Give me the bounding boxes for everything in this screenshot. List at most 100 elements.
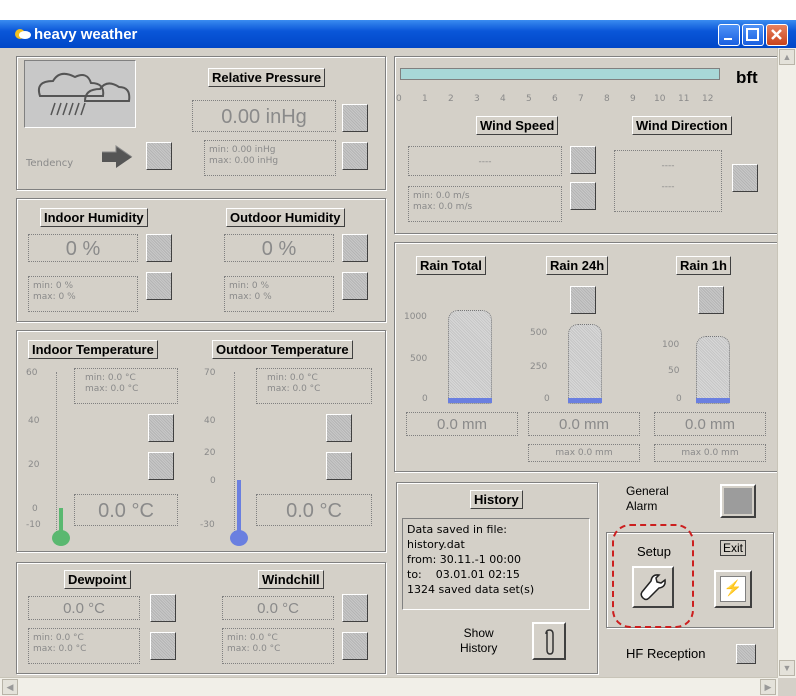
history-line: from: 30.11.-1 00:00 bbox=[407, 553, 521, 566]
horizontal-scrollbar[interactable]: ◀ ▶ bbox=[0, 677, 778, 696]
outdoor-humidity-alarm-button[interactable] bbox=[342, 234, 368, 262]
indoor-thermo-bulb bbox=[52, 530, 70, 546]
rain-1h-max: max 0.0 mm bbox=[654, 444, 766, 462]
beaufort-tick: 7 bbox=[578, 94, 584, 104]
history-line: Data saved in file: bbox=[407, 523, 507, 536]
hf-reception-indicator bbox=[736, 644, 756, 664]
indoor-temperature-value: 0.0 °C bbox=[74, 494, 178, 526]
rain-24h-gauge bbox=[568, 324, 602, 404]
rain-total-header: Rain Total bbox=[416, 256, 486, 275]
rain-total-tick: 0 bbox=[422, 394, 428, 404]
dewpoint-header: Dewpoint bbox=[64, 570, 131, 589]
outdoor-temperature-minmax: min: 0.0 °C max: 0.0 °C bbox=[256, 368, 372, 404]
dewpoint-max: max: 0.0 °C bbox=[33, 644, 87, 654]
show-history-button[interactable] bbox=[532, 622, 566, 660]
scroll-down-button[interactable]: ▼ bbox=[779, 660, 795, 676]
wind-speed-minmax: min: 0.0 m/s max: 0.0 m/s bbox=[408, 186, 562, 222]
minimize-icon bbox=[724, 38, 732, 40]
general-alarm-label: General Alarm bbox=[626, 484, 669, 513]
windchill-minmax-button[interactable] bbox=[342, 632, 368, 660]
indoor-tick: -10 bbox=[26, 520, 41, 530]
indoor-humidity-value: 0 % bbox=[28, 234, 138, 262]
beaufort-tick: 6 bbox=[552, 94, 558, 104]
outdoor-tick: 70 bbox=[204, 368, 216, 378]
dewpoint-minmax: min: 0.0 °C max: 0.0 °C bbox=[28, 628, 140, 664]
rain-1h-alarm-button[interactable] bbox=[698, 286, 724, 314]
indoor-temperature-alarm-high-button[interactable] bbox=[148, 414, 174, 442]
general-alarm-indicator bbox=[724, 488, 752, 514]
show-history-label: Show History bbox=[460, 626, 497, 656]
dewpoint-alarm-button[interactable] bbox=[150, 594, 176, 622]
beaufort-tick: 8 bbox=[604, 94, 610, 104]
rain-total-value: 0.0 mm bbox=[406, 412, 518, 436]
wind-speed-header: Wind Speed bbox=[476, 116, 559, 135]
app-icon bbox=[15, 29, 31, 39]
wind-speed-minmax-button[interactable] bbox=[570, 182, 596, 210]
wind-direction-alarm-button[interactable] bbox=[732, 164, 758, 192]
indoor-thermometer: 60 40 20 0 -10 bbox=[24, 368, 70, 548]
outdoor-temperature-min: min: 0.0 °C bbox=[267, 373, 318, 383]
history-line: to: 03.01.01 02:15 bbox=[407, 568, 520, 581]
rain-1h-tick: 100 bbox=[662, 340, 680, 350]
general-alarm-button[interactable] bbox=[720, 484, 756, 518]
setup-button[interactable] bbox=[632, 566, 674, 608]
indoor-humidity-alarm-button[interactable] bbox=[146, 234, 172, 262]
exit-label: Exit bbox=[720, 540, 747, 556]
scroll-right-button[interactable]: ▶ bbox=[760, 679, 776, 695]
pressure-alarm-button[interactable] bbox=[342, 104, 368, 132]
scroll-left-button[interactable]: ◀ bbox=[2, 679, 18, 695]
rain-24h-max: max 0.0 mm bbox=[528, 444, 640, 462]
pressure-minmax-button[interactable] bbox=[342, 142, 368, 170]
indoor-humidity-minmax: min: 0 % max: 0 % bbox=[28, 276, 138, 312]
beaufort-tick: 4 bbox=[500, 94, 506, 104]
minimize-button[interactable] bbox=[718, 24, 740, 46]
tendency-label: Tendency bbox=[26, 158, 74, 169]
beaufort-tick: 0 bbox=[396, 94, 402, 104]
rain-total-tick: 500 bbox=[410, 354, 428, 364]
dewpoint-minmax-button[interactable] bbox=[150, 632, 176, 660]
pressure-minmax: min: 0.00 inHg max: 0.00 inHg bbox=[204, 140, 336, 176]
indoor-tick: 60 bbox=[26, 368, 38, 378]
pressure-header: Relative Pressure bbox=[208, 68, 326, 87]
rain-1h-tick: 0 bbox=[676, 394, 682, 404]
outdoor-humidity-min: min: 0 % bbox=[229, 281, 270, 291]
exit-icon: ⚡ bbox=[720, 576, 746, 602]
outdoor-thermo-bulb bbox=[230, 530, 248, 546]
outdoor-tick: 20 bbox=[204, 448, 216, 458]
history-info-box: Data saved in file: history.dat from: 30… bbox=[402, 518, 590, 610]
maximize-button[interactable] bbox=[742, 24, 764, 46]
indoor-temperature-alarm-low-button[interactable] bbox=[148, 452, 174, 480]
rain-24h-fill bbox=[568, 398, 602, 403]
outdoor-temperature-alarm-high-button[interactable] bbox=[326, 414, 352, 442]
rain-total-fill bbox=[448, 398, 492, 403]
windchill-max: max: 0.0 °C bbox=[227, 644, 281, 654]
scroll-up-button[interactable]: ▲ bbox=[779, 49, 795, 65]
vertical-scrollbar[interactable]: ▲ ▼ bbox=[777, 48, 796, 678]
indoor-tick: 20 bbox=[28, 460, 40, 470]
paperclip-icon bbox=[545, 629, 554, 655]
outdoor-thermometer: 70 40 20 0 -30 bbox=[198, 368, 248, 550]
show-history-label-line: History bbox=[460, 641, 498, 655]
outdoor-humidity-minmax: min: 0 % max: 0 % bbox=[224, 276, 334, 312]
rain-cloud-icon bbox=[37, 72, 131, 116]
rain-1h-tick: 50 bbox=[668, 366, 680, 376]
wind-direction-value: ---- ---- bbox=[614, 150, 722, 212]
outdoor-humidity-minmax-button[interactable] bbox=[342, 272, 368, 300]
hf-reception-label: HF Reception bbox=[626, 646, 706, 661]
close-button[interactable] bbox=[766, 24, 788, 46]
rain-total-tick: 1000 bbox=[404, 312, 427, 322]
indoor-humidity-min: min: 0 % bbox=[33, 281, 74, 291]
pressure-min: min: 0.00 inHg bbox=[209, 145, 276, 155]
indoor-temperature-min: min: 0.0 °C bbox=[85, 373, 136, 383]
outdoor-temperature-value: 0.0 °C bbox=[256, 494, 372, 526]
outdoor-temperature-alarm-low-button[interactable] bbox=[326, 452, 352, 480]
wind-speed-min: min: 0.0 m/s bbox=[413, 191, 470, 201]
exit-button[interactable]: ⚡ bbox=[714, 570, 752, 608]
windchill-alarm-button[interactable] bbox=[342, 594, 368, 622]
indoor-humidity-minmax-button[interactable] bbox=[146, 272, 172, 300]
tendency-alarm-button[interactable] bbox=[146, 142, 172, 170]
wind-speed-alarm-button[interactable] bbox=[570, 146, 596, 174]
wind-direction-header: Wind Direction bbox=[632, 116, 732, 135]
rain-24h-alarm-button[interactable] bbox=[570, 286, 596, 314]
outdoor-temperature-max: max: 0.0 °C bbox=[267, 384, 321, 394]
